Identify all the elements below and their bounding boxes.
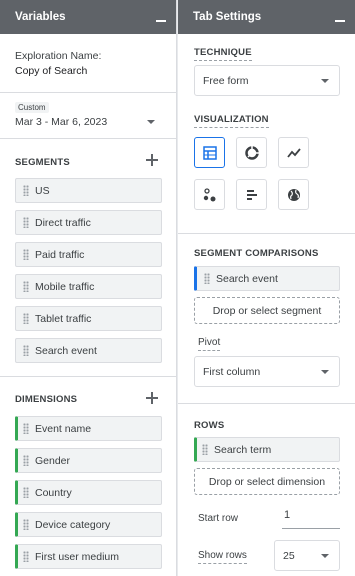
segment-label: Paid traffic xyxy=(35,248,85,261)
dimension-chip[interactable]: Event name xyxy=(15,416,162,441)
table-icon[interactable] xyxy=(194,137,225,168)
dimensions-title: DIMENSIONS xyxy=(15,394,78,405)
segment-label: Mobile traffic xyxy=(35,280,95,293)
minimize-icon[interactable] xyxy=(335,20,345,22)
technique-select[interactable]: Free form xyxy=(194,65,340,96)
chevron-down-icon xyxy=(321,369,329,374)
segment-chip[interactable]: Mobile traffic xyxy=(15,274,162,299)
dimension-label: First user medium xyxy=(35,550,120,563)
pivot-label: Pivot xyxy=(198,337,221,351)
chevron-down-icon[interactable] xyxy=(147,120,155,124)
drag-handle-icon[interactable] xyxy=(23,519,29,530)
pivot-value: First column xyxy=(203,365,261,378)
drag-handle-icon[interactable] xyxy=(23,313,29,324)
divider xyxy=(0,92,176,93)
drag-handle-icon[interactable] xyxy=(23,217,29,228)
chevron-down-icon xyxy=(321,78,329,83)
dimension-chip[interactable]: Device category xyxy=(15,512,162,537)
drag-handle-icon[interactable] xyxy=(23,551,29,562)
dimension-label: Event name xyxy=(35,422,92,435)
dimension-label: Device category xyxy=(35,518,111,531)
segment-label: Tablet traffic xyxy=(35,312,92,325)
rows-chip[interactable]: Search term xyxy=(194,437,340,462)
dimension-label: Gender xyxy=(35,454,71,467)
rows-heading: ROWS xyxy=(178,419,355,431)
divider xyxy=(0,376,176,377)
segment-label: Direct traffic xyxy=(35,216,91,229)
tab-settings-panel: Tab Settings TECHNIQUE Free form VISUALI… xyxy=(178,0,355,576)
segment-comparison-chip[interactable]: Search event xyxy=(194,266,340,291)
tab-settings-header: Tab Settings xyxy=(178,0,355,34)
drag-handle-icon[interactable] xyxy=(204,273,210,284)
drop-dimension-zone[interactable]: Drop or select dimension xyxy=(194,468,340,495)
technique-value: Free form xyxy=(203,74,249,87)
dimension-chip[interactable]: Gender xyxy=(15,448,162,473)
technique-title: TECHNIQUE xyxy=(194,47,252,61)
drag-handle-icon[interactable] xyxy=(202,444,208,455)
segment-comparisons-heading: SEGMENT COMPARISONS xyxy=(178,247,355,259)
start-row-input[interactable]: 1 xyxy=(282,509,340,529)
drag-handle-icon[interactable] xyxy=(23,185,29,196)
drag-handle-icon[interactable] xyxy=(23,423,29,434)
rows-title: ROWS xyxy=(194,420,225,431)
show-rows-select[interactable]: 25 xyxy=(274,540,340,571)
chevron-down-icon xyxy=(321,553,329,558)
segments-title: SEGMENTS xyxy=(15,157,70,168)
drag-handle-icon[interactable] xyxy=(23,455,29,466)
segment-chip[interactable]: Tablet traffic xyxy=(15,306,162,331)
segment-chip[interactable]: Paid traffic xyxy=(15,242,162,267)
exploration-name[interactable]: Exploration Name: Copy of Search xyxy=(0,50,176,77)
segment-comparison-label: Search event xyxy=(216,272,278,285)
dimension-chip[interactable]: First user medium xyxy=(15,544,162,569)
dimension-label: Country xyxy=(35,486,72,499)
segment-chip[interactable]: Direct traffic xyxy=(15,210,162,235)
pivot-select[interactable]: First column xyxy=(194,356,340,387)
show-rows-label: Show rows xyxy=(198,550,247,564)
add-dimension-icon[interactable] xyxy=(146,392,158,404)
variables-panel: Variables Exploration Name: Copy of Sear… xyxy=(0,0,177,576)
tab-settings-title: Tab Settings xyxy=(193,11,262,23)
donut-chart-icon[interactable] xyxy=(236,137,267,168)
segment-label: Search event xyxy=(35,344,97,357)
technique-heading: TECHNIQUE xyxy=(178,46,355,61)
drag-handle-icon[interactable] xyxy=(23,487,29,498)
variables-title: Variables xyxy=(15,11,66,23)
dimension-chip[interactable]: Country xyxy=(15,480,162,505)
segment-chip[interactable]: US xyxy=(15,178,162,203)
show-rows-value: 25 xyxy=(283,549,295,562)
segment-label: US xyxy=(35,184,50,197)
divider xyxy=(178,403,355,404)
divider xyxy=(178,233,355,234)
scatter-plot-icon[interactable] xyxy=(194,179,225,210)
divider xyxy=(0,138,176,139)
exploration-name-value[interactable]: Copy of Search xyxy=(15,65,176,77)
visualization-title: VISUALIZATION xyxy=(194,114,269,128)
pivot-heading: Pivot xyxy=(178,336,355,351)
rows-label: Search term xyxy=(214,443,272,456)
drag-handle-icon[interactable] xyxy=(23,281,29,292)
minimize-icon[interactable] xyxy=(156,20,166,22)
date-range-tag: Custom xyxy=(15,102,49,113)
drop-segment-label: Drop or select segment xyxy=(212,304,322,317)
add-segment-icon[interactable] xyxy=(146,154,158,166)
exploration-name-label: Exploration Name: xyxy=(15,50,102,62)
line-chart-icon[interactable] xyxy=(278,137,309,168)
date-range-picker[interactable]: Custom Mar 3 - Mar 6, 2023 xyxy=(0,101,176,128)
variables-header: Variables xyxy=(0,0,176,34)
visualization-heading: VISUALIZATION xyxy=(178,113,355,128)
geo-map-icon[interactable] xyxy=(278,179,309,210)
segment-comparisons-title: SEGMENT COMPARISONS xyxy=(194,248,319,259)
drop-segment-zone[interactable]: Drop or select segment xyxy=(194,297,340,324)
drop-dimension-label: Drop or select dimension xyxy=(208,475,326,488)
drag-handle-icon[interactable] xyxy=(23,345,29,356)
segment-chip[interactable]: Search event xyxy=(15,338,162,363)
drag-handle-icon[interactable] xyxy=(23,249,29,260)
bar-chart-icon[interactable] xyxy=(236,179,267,210)
